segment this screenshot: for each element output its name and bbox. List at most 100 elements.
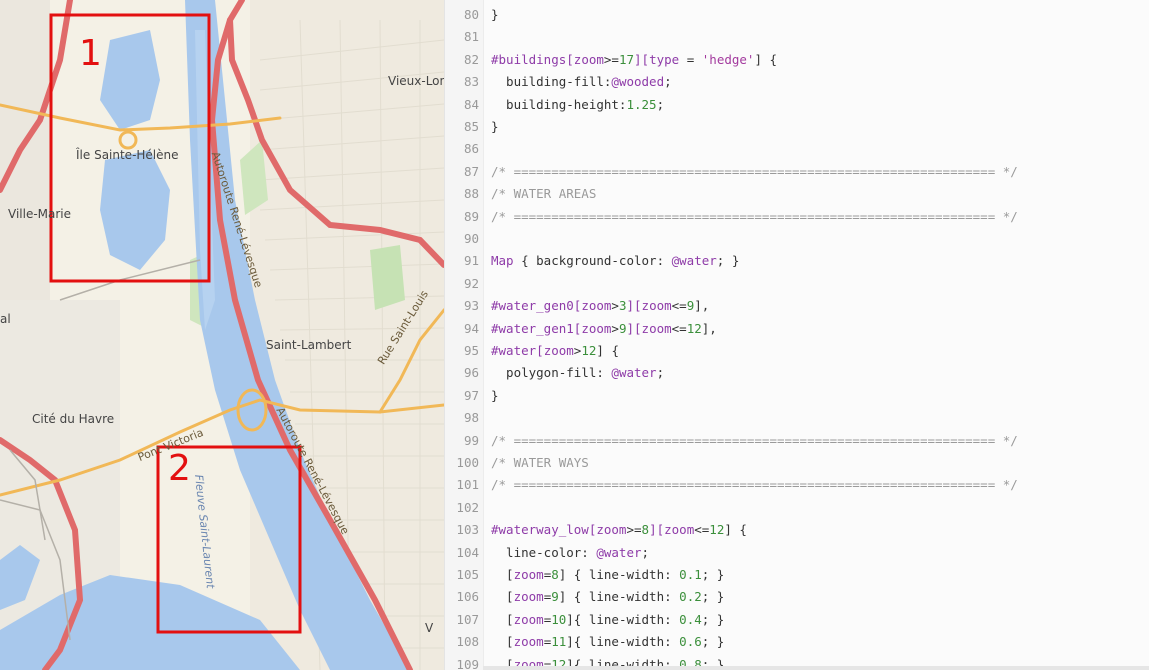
code-line[interactable]: 91 Map { background-color: @water; }: [445, 250, 1149, 272]
line-number: 98: [463, 410, 479, 426]
code-token: building-height:: [491, 96, 627, 112]
code-line[interactable]: 95 #water[zoom>12] {: [445, 340, 1149, 362]
code-token: ;: [641, 544, 650, 560]
code-line[interactable]: 90: [445, 228, 1149, 250]
code-line[interactable]: 80}: [445, 4, 1149, 26]
code-token: @water: [671, 253, 717, 269]
code-token: 17: [618, 51, 635, 67]
code-token: zoom: [513, 567, 544, 582]
line-number: 105: [456, 567, 479, 582]
code-line[interactable]: 99 /* ===================================…: [445, 430, 1149, 452]
code-line[interactable]: 87 /* ===================================…: [445, 161, 1149, 183]
map-canvas[interactable]: [0, 0, 444, 670]
code-token: ][: [626, 298, 642, 314]
code-token: /* =====================================…: [491, 432, 1018, 448]
code-token: 'hedge': [701, 51, 755, 67]
code-token: ; }: [701, 567, 725, 582]
code-line[interactable]: 94 #water_gen1[zoom>9][zoom<=12],: [445, 318, 1149, 340]
line-number: 104: [456, 544, 479, 560]
code-token: 9: [551, 589, 559, 605]
code-token: >: [611, 320, 619, 336]
code-line[interactable]: 106 [zoom=9] { line-width: 0.2; }: [445, 586, 1149, 608]
code-line[interactable]: 98: [445, 407, 1149, 429]
code-line[interactable]: 96 polygon-fill: @water;: [445, 362, 1149, 384]
code-token: line-color:: [491, 544, 597, 560]
code-token: [: [491, 567, 514, 582]
line-number: 94: [463, 320, 479, 336]
code-token: zoom: [596, 522, 627, 538]
code-line[interactable]: 102: [445, 497, 1149, 519]
line-number: 86: [463, 141, 479, 157]
horizontal-scrollbar[interactable]: [483, 666, 1149, 670]
code-token: }: [491, 7, 499, 22]
code-token: ][: [634, 51, 650, 67]
code-line[interactable]: 85}: [445, 116, 1149, 138]
code-token: ] {: [754, 51, 778, 67]
code-line[interactable]: 107 [zoom=10]{ line-width: 0.4; }: [445, 609, 1149, 631]
line-number: 80: [463, 7, 479, 22]
code-line[interactable]: 84 building-height:1.25;: [445, 94, 1149, 116]
line-number: 87: [463, 163, 479, 179]
code-line[interactable]: 82 #buildings[zoom>=17][type = 'hedge'] {: [445, 49, 1149, 71]
code-line[interactable]: 97}: [445, 385, 1149, 407]
code-text: #water_gen0[zoom>3][zoom<=9],: [491, 295, 709, 317]
code-line[interactable]: 81: [445, 26, 1149, 48]
code-text: /* WATER WAYS: [491, 452, 589, 474]
code-line[interactable]: 101 /* ==================================…: [445, 474, 1149, 496]
code-line[interactable]: 92: [445, 273, 1149, 295]
code-line[interactable]: 100 /* WATER WAYS: [445, 452, 1149, 474]
code-token: #waterway_low[: [491, 522, 597, 538]
code-editor[interactable]: 80} 81 82 #buildings[zoom>=17][type = 'hedg…: [444, 0, 1149, 670]
code-token: /* WATER AREAS: [491, 186, 597, 202]
code-line[interactable]: 83 building-fill:@wooded;: [445, 71, 1149, 93]
code-token: @water: [611, 365, 657, 381]
code-text: building-fill:@wooded;: [491, 71, 672, 93]
code-token: 0.2: [679, 589, 702, 605]
code-token: 8: [551, 567, 559, 582]
code-token: ; }: [716, 253, 740, 269]
code-token: zoom: [513, 611, 544, 627]
code-line[interactable]: 105 [zoom=8] { line-width: 0.1; }: [445, 564, 1149, 586]
code-text: [zoom=8] { line-width: 0.1; }: [491, 564, 724, 586]
code-token: 0.6: [679, 634, 702, 650]
line-number: 95: [463, 343, 479, 358]
code-token: ] { line-width:: [558, 589, 680, 605]
code-token: 11: [551, 634, 567, 650]
code-text: #water[zoom>12] {: [491, 340, 619, 362]
code-token: ] {: [724, 522, 747, 538]
label-vieux-longueuil: Vieux-Lon: [388, 74, 444, 88]
code-token: zoom: [641, 298, 672, 314]
code-line[interactable]: 93 #water_gen0[zoom>3][zoom<=9],: [445, 295, 1149, 317]
line-number: 90: [463, 231, 479, 246]
code-token: #buildings[: [491, 51, 574, 67]
code-line[interactable]: 103 #waterway_low[zoom>=8][zoom<=12] {: [445, 519, 1149, 541]
code-text: #waterway_low[zoom>=8][zoom<=12] {: [491, 519, 747, 541]
code-token: zoom: [581, 298, 612, 314]
code-line[interactable]: 88 /* WATER AREAS: [445, 183, 1149, 205]
map-view[interactable]: 1 2 Vieux-Lon Île Sainte-Hélène Ville-Ma…: [0, 0, 444, 670]
code-token: { background-color:: [513, 253, 672, 269]
label-edge-west: al: [0, 312, 11, 326]
code-token: =: [679, 51, 702, 67]
code-token: ; }: [701, 611, 725, 627]
code-token: ][: [626, 320, 642, 336]
code-line[interactable]: 86: [445, 138, 1149, 160]
code-token: 1.25: [626, 96, 657, 112]
code-line[interactable]: 104 line-color: @water;: [445, 542, 1149, 564]
code-token: /* =====================================…: [491, 477, 1018, 493]
code-token: @wooded: [611, 74, 665, 90]
line-number: 81: [463, 29, 479, 45]
line-number: 99: [463, 432, 479, 448]
code-text: /* =====================================…: [491, 161, 1018, 183]
code-token: ] { line-width:: [558, 567, 680, 582]
code-text: Map { background-color: @water; }: [491, 250, 739, 272]
code-line[interactable]: 108 [zoom=11]{ line-width: 0.6; }: [445, 631, 1149, 653]
code-token: }: [491, 387, 499, 403]
line-number: 83: [463, 74, 479, 90]
code-token: ;: [656, 365, 665, 381]
code-line[interactable]: 89 /* ===================================…: [445, 206, 1149, 228]
code-token: ][: [649, 522, 665, 538]
line-number: 82: [463, 51, 479, 67]
code-token: 12: [709, 522, 725, 538]
code-token: ;: [664, 74, 672, 90]
